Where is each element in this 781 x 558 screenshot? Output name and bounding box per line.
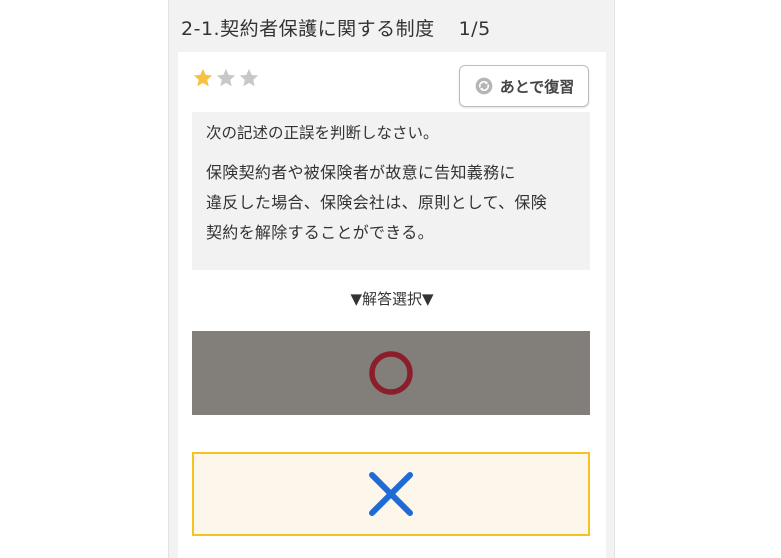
question-line: 違反した場合、保険会社は、原則として、保険 xyxy=(206,193,548,212)
question-card: あとで復習 次の記述の正誤を判断しなさい。 保険契約者や被保険者が故意に告知義務… xyxy=(178,52,606,558)
answer-heading: ▼解答選択▼ xyxy=(350,290,434,308)
question-progress: 1/5 xyxy=(458,18,491,40)
answer-true-button[interactable] xyxy=(192,331,590,415)
difficulty-rating xyxy=(192,67,260,93)
question-instruction: 次の記述の正誤を判断しなさい。 xyxy=(206,124,439,142)
question-text: 保険契約者や被保険者が故意に告知義務に 違反した場合、保険会社は、原則として、保… xyxy=(206,158,576,248)
section-title: 2-1.契約者保護に関する制度 xyxy=(181,18,435,40)
quiz-panel: 2-1.契約者保護に関する制度 1/5 あとで復習 次の記述の正誤を判断しなさい… xyxy=(168,0,615,558)
star-filled-icon xyxy=(193,68,213,87)
review-later-label: あとで復習 xyxy=(499,77,575,96)
star-empty-icon xyxy=(239,68,259,87)
review-later-button[interactable]: あとで復習 xyxy=(459,65,589,107)
circle-icon xyxy=(369,351,413,395)
question-box: 次の記述の正誤を判断しなさい。 保険契約者や被保険者が故意に告知義務に 違反した… xyxy=(192,112,590,270)
answer-false-button[interactable] xyxy=(192,452,590,536)
star-empty-icon xyxy=(216,68,236,87)
viewport: 2-1.契約者保護に関する制度 1/5 あとで復習 次の記述の正誤を判断しなさい… xyxy=(0,0,781,558)
question-line: 契約を解除することができる。 xyxy=(206,223,434,242)
page-title: 2-1.契約者保護に関する制度 1/5 xyxy=(181,14,491,41)
recycle-icon xyxy=(475,77,493,95)
cross-icon xyxy=(369,472,413,516)
question-line: 保険契約者や被保険者が故意に告知義務に xyxy=(206,163,516,182)
